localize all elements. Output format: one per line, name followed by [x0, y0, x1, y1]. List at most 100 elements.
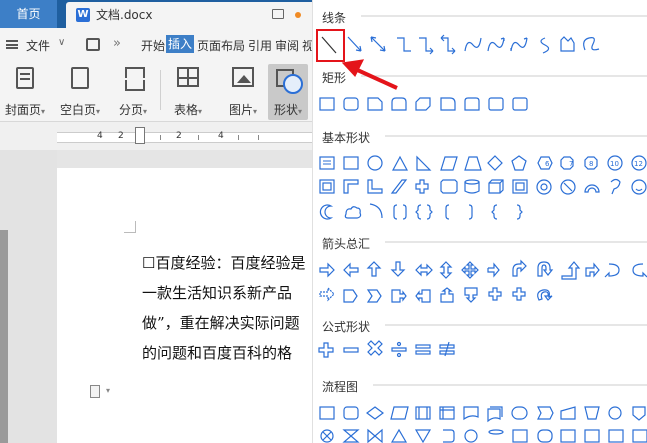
half-frame-shape-icon — [343, 179, 359, 194]
elbow-connector-icon — [397, 37, 411, 52]
donut-shape-icon — [536, 179, 552, 195]
cover-page-button[interactable]: 封面页▾ — [0, 64, 50, 120]
unsaved-dot-icon — [295, 12, 301, 18]
paragraph-layout-icon[interactable] — [90, 385, 100, 398]
left-right-up-arrow-icon — [487, 262, 500, 278]
smiley-face-shape-icon — [631, 179, 647, 195]
equation-shapes-row — [318, 340, 455, 358]
up-down-arrow-icon — [439, 261, 453, 279]
svg-text:6: 6 — [545, 160, 550, 168]
annotation-arrow-head — [341, 59, 365, 78]
flowchart-manual-input-icon — [560, 406, 576, 420]
dropdown-arrow-icon: ▾ — [96, 107, 101, 116]
page-break-button[interactable]: 分页▾ — [110, 64, 156, 120]
table-button[interactable]: 表格▾ — [166, 64, 210, 120]
flowchart-collate-icon — [342, 429, 360, 443]
flowchart-connector-icon — [608, 406, 622, 420]
picture-button[interactable]: 图片▾ — [222, 64, 264, 120]
chevron-shape-icon — [366, 289, 382, 303]
dropdown-arrow-icon: ▾ — [143, 107, 148, 116]
flowchart-row-2 — [320, 428, 647, 443]
tab-home[interactable]: 首页 — [0, 0, 57, 28]
flowchart-process-icon — [319, 406, 335, 420]
horizontal-ruler: 4 2 2 4 — [0, 122, 312, 150]
ruler-number: 2 — [176, 131, 182, 141]
word-doc-icon: W — [76, 8, 90, 22]
document-line[interactable]: ☐百度经验：百度经验是 — [142, 251, 312, 275]
flowchart-display-icon — [537, 429, 553, 443]
table-label: 表格 — [173, 103, 198, 117]
flowchart-sequential-storage-icon — [464, 429, 478, 443]
basic-shapes-row-3 — [319, 203, 523, 220]
cover-page-label: 封面页 — [4, 103, 41, 117]
document-page[interactable] — [57, 168, 312, 443]
elbow-arrow-connector-icon — [419, 37, 434, 55]
document-line[interactable]: 的问题和百度百科的格 — [142, 341, 312, 365]
menu-item-references[interactable]: 引用 — [248, 37, 272, 54]
oval-shape-icon — [367, 155, 383, 171]
round-corner-rectangle-icon — [440, 97, 456, 111]
arc-shape-icon — [369, 203, 383, 219]
u-turn-arrow-icon — [537, 261, 554, 277]
curved-left-arrow-icon — [632, 263, 647, 278]
basic-shapes-row-1 — [319, 155, 647, 171]
flowchart-row-1 — [319, 406, 646, 423]
ribbon-divider — [160, 70, 161, 110]
flowchart-direct-storage-icon — [512, 429, 528, 443]
more-chevron-icon[interactable]: » — [113, 36, 121, 51]
curved-double-arrow-connector-icon — [510, 37, 528, 52]
not-equal-shape-icon — [439, 341, 455, 357]
up-arrow-shape-icon — [366, 261, 382, 277]
dropdown-arrow-icon: ▾ — [41, 107, 46, 116]
line-arrow-shape-icon — [347, 36, 362, 52]
quad-arrow-shape-icon — [461, 261, 479, 279]
flowchart-document-icon — [463, 406, 479, 421]
moon-shape-icon — [319, 204, 334, 220]
diamond-shape-icon — [487, 155, 503, 171]
flowchart-decision-icon — [366, 406, 384, 420]
striped-right-arrow-icon — [319, 286, 335, 302]
elbow-double-arrow-connector-icon — [440, 34, 456, 55]
right-arrow-callout-icon — [391, 289, 407, 303]
menu-bar: 文件 ∨ » 开始 插入 页面布局 引用 审阅 视 — [0, 28, 314, 60]
chevron-down-icon[interactable]: ▾ — [106, 386, 110, 395]
block-arc-shape-icon — [584, 184, 600, 193]
folded-corner-shape-icon — [610, 178, 621, 195]
monitor-icon[interactable] — [272, 9, 284, 19]
flowchart-internal-storage-icon — [439, 406, 455, 420]
blank-page-button[interactable]: 空白页▾ — [55, 64, 105, 120]
menu-item-review[interactable]: 审阅 — [275, 37, 299, 54]
document-line[interactable]: 做”，重在解决实际问题 — [142, 311, 312, 335]
menu-item-page-layout[interactable]: 页面布局 — [197, 37, 245, 54]
highlight-box-straight-line[interactable] — [316, 29, 345, 62]
double-bracket-icon — [393, 204, 407, 220]
flowchart-manual-operation-icon — [584, 406, 600, 420]
menu-item-start[interactable]: 开始 — [141, 37, 165, 54]
bent-up-arrow-icon — [585, 262, 600, 278]
rounded-rectangle-shape-icon — [343, 97, 359, 111]
document-line[interactable]: 一款生活知识系新产品 — [142, 281, 312, 305]
vertical-ruler — [0, 230, 8, 443]
pentagon-shape-icon — [511, 155, 527, 171]
menu-hamburger-icon[interactable] — [6, 40, 18, 49]
tab-document[interactable]: W 文档.docx — [66, 2, 316, 28]
shape-button[interactable]: 形状▾ — [268, 64, 308, 120]
menu-file[interactable]: 文件 — [26, 37, 50, 54]
flowchart-predefined-process-icon — [415, 406, 431, 420]
scribble-shape-icon — [583, 37, 600, 51]
curved-connector-icon — [464, 37, 482, 52]
cloud-shape-icon — [344, 206, 362, 219]
chevron-down-icon[interactable]: ∨ — [58, 37, 65, 48]
flowchart-punched-tape-icon — [584, 429, 600, 443]
save-icon[interactable] — [86, 38, 100, 51]
indent-marker[interactable] — [135, 127, 145, 144]
round-top-rectangle-icon — [391, 97, 407, 111]
dropdown-arrow-icon: ▾ — [298, 107, 303, 116]
menu-item-insert[interactable]: 插入 — [166, 35, 195, 53]
right-triangle-shape-icon — [416, 155, 432, 171]
cube-shape-icon — [488, 179, 504, 194]
right-arrow-shape-icon — [319, 262, 335, 278]
flowchart-preparation-icon — [537, 406, 554, 420]
left-arrow-shape-icon — [343, 262, 359, 278]
flowchart-offpage-connector-icon — [632, 406, 646, 421]
